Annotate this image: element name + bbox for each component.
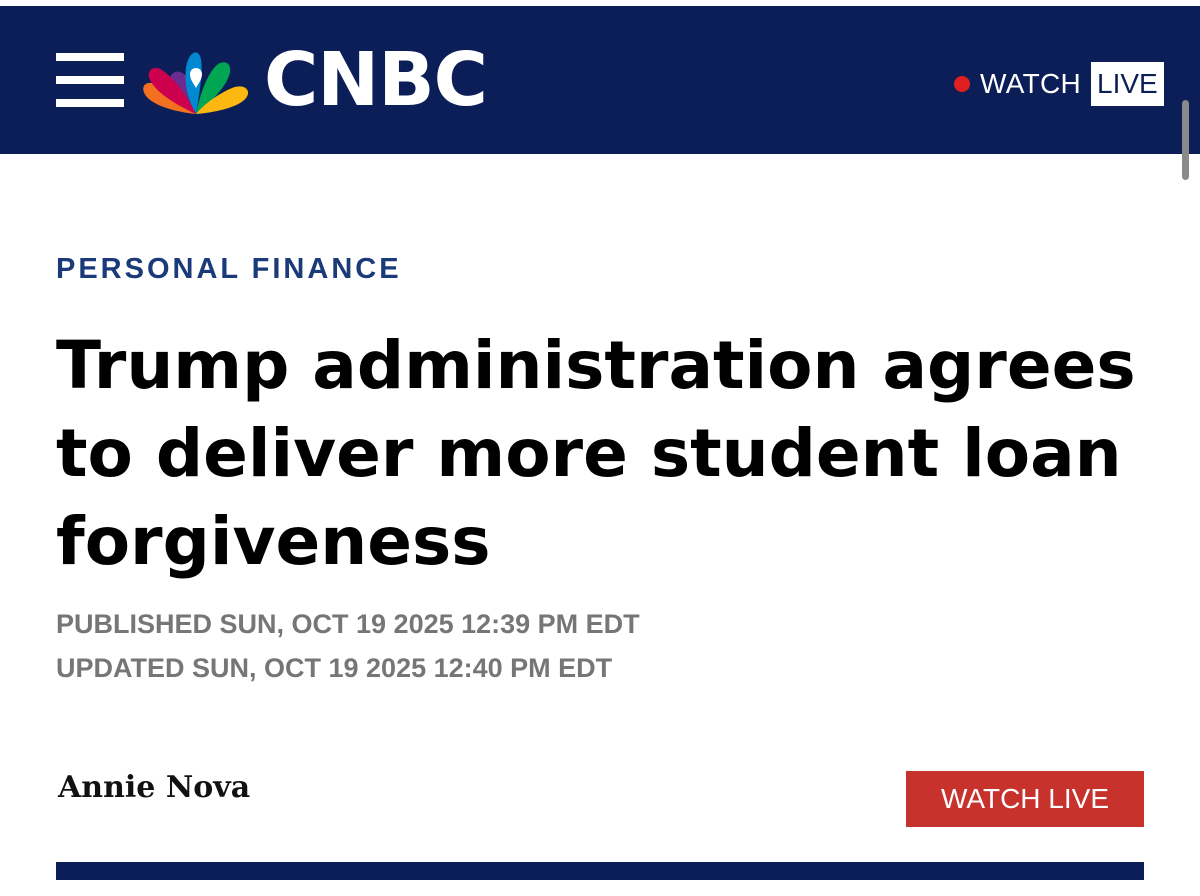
menu-icon-line bbox=[56, 53, 124, 61]
menu-icon-line bbox=[56, 99, 124, 107]
site-header: CNBC WATCH LIVE bbox=[0, 6, 1200, 154]
scrollbar-thumb[interactable] bbox=[1182, 100, 1189, 180]
cnbc-logo[interactable]: CNBC bbox=[138, 37, 488, 123]
updated-timestamp: UPDATED SUN, OCT 19 2025 12:40 PM EDT bbox=[56, 653, 613, 683]
watch-live-header-link[interactable]: WATCH LIVE bbox=[954, 60, 1164, 108]
published-timestamp: PUBLISHED SUN, OCT 19 2025 12:39 PM EDT bbox=[56, 609, 640, 639]
author-name[interactable]: Annie Nova bbox=[58, 768, 250, 808]
menu-icon-line bbox=[56, 76, 124, 84]
section-divider-bar bbox=[56, 862, 1144, 880]
live-badge: LIVE bbox=[1091, 62, 1164, 106]
article-headline: Trump administration agrees to deliver m… bbox=[56, 327, 1136, 580]
watch-label: WATCH bbox=[980, 68, 1082, 99]
menu-icon[interactable] bbox=[56, 53, 124, 107]
peacock-logo-icon bbox=[143, 52, 249, 114]
logo-text: CNBC bbox=[264, 37, 488, 123]
watch-live-button[interactable]: WATCH LIVE bbox=[906, 771, 1144, 827]
section-label[interactable]: PERSONAL FINANCE bbox=[56, 250, 402, 288]
live-dot-icon bbox=[954, 76, 970, 92]
